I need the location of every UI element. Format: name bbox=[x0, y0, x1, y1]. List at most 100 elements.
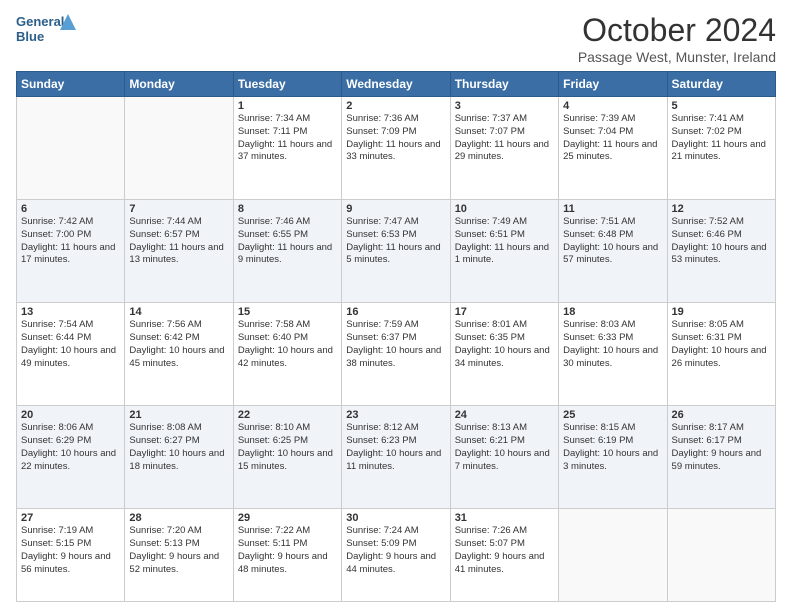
header: General Blue October 2024 Passage West, … bbox=[16, 12, 776, 65]
day-info: Sunrise: 7:22 AM Sunset: 5:11 PM Dayligh… bbox=[238, 525, 337, 576]
calendar-cell: 18Sunrise: 8:03 AM Sunset: 6:33 PM Dayli… bbox=[559, 303, 667, 406]
day-number: 9 bbox=[346, 203, 445, 215]
calendar-cell: 9Sunrise: 7:47 AM Sunset: 6:53 PM Daylig… bbox=[342, 200, 450, 303]
calendar-cell: 23Sunrise: 8:12 AM Sunset: 6:23 PM Dayli… bbox=[342, 406, 450, 509]
calendar-cell: 4Sunrise: 7:39 AM Sunset: 7:04 PM Daylig… bbox=[559, 97, 667, 200]
calendar-cell: 20Sunrise: 8:06 AM Sunset: 6:29 PM Dayli… bbox=[17, 406, 125, 509]
day-info: Sunrise: 7:47 AM Sunset: 6:53 PM Dayligh… bbox=[346, 216, 445, 267]
day-info: Sunrise: 7:59 AM Sunset: 6:37 PM Dayligh… bbox=[346, 319, 445, 370]
day-info: Sunrise: 7:56 AM Sunset: 6:42 PM Dayligh… bbox=[129, 319, 228, 370]
day-number: 4 bbox=[563, 100, 662, 112]
day-info: Sunrise: 8:08 AM Sunset: 6:27 PM Dayligh… bbox=[129, 422, 228, 473]
day-info: Sunrise: 7:34 AM Sunset: 7:11 PM Dayligh… bbox=[238, 113, 337, 164]
day-info: Sunrise: 7:54 AM Sunset: 6:44 PM Dayligh… bbox=[21, 319, 120, 370]
day-info: Sunrise: 7:26 AM Sunset: 5:07 PM Dayligh… bbox=[455, 525, 554, 576]
day-info: Sunrise: 7:19 AM Sunset: 5:15 PM Dayligh… bbox=[21, 525, 120, 576]
day-number: 27 bbox=[21, 512, 120, 524]
day-info: Sunrise: 7:39 AM Sunset: 7:04 PM Dayligh… bbox=[563, 113, 662, 164]
day-info: Sunrise: 8:13 AM Sunset: 6:21 PM Dayligh… bbox=[455, 422, 554, 473]
calendar-cell: 30Sunrise: 7:24 AM Sunset: 5:09 PM Dayli… bbox=[342, 509, 450, 602]
calendar-cell: 19Sunrise: 8:05 AM Sunset: 6:31 PM Dayli… bbox=[667, 303, 775, 406]
day-number: 2 bbox=[346, 100, 445, 112]
day-number: 17 bbox=[455, 306, 554, 318]
day-info: Sunrise: 7:41 AM Sunset: 7:02 PM Dayligh… bbox=[672, 113, 771, 164]
day-number: 7 bbox=[129, 203, 228, 215]
day-number: 11 bbox=[563, 203, 662, 215]
day-number: 6 bbox=[21, 203, 120, 215]
calendar-cell: 6Sunrise: 7:42 AM Sunset: 7:00 PM Daylig… bbox=[17, 200, 125, 303]
day-number: 22 bbox=[238, 409, 337, 421]
calendar-cell: 12Sunrise: 7:52 AM Sunset: 6:46 PM Dayli… bbox=[667, 200, 775, 303]
day-number: 20 bbox=[21, 409, 120, 421]
calendar-table: Sunday Monday Tuesday Wednesday Thursday… bbox=[16, 71, 776, 602]
svg-text:Blue: Blue bbox=[16, 29, 44, 44]
month-title: October 2024 bbox=[578, 12, 776, 49]
logo: General Blue bbox=[16, 12, 76, 48]
day-info: Sunrise: 7:46 AM Sunset: 6:55 PM Dayligh… bbox=[238, 216, 337, 267]
day-info: Sunrise: 7:20 AM Sunset: 5:13 PM Dayligh… bbox=[129, 525, 228, 576]
day-info: Sunrise: 7:24 AM Sunset: 5:09 PM Dayligh… bbox=[346, 525, 445, 576]
header-sunday: Sunday bbox=[17, 72, 125, 97]
calendar-cell: 5Sunrise: 7:41 AM Sunset: 7:02 PM Daylig… bbox=[667, 97, 775, 200]
day-info: Sunrise: 7:37 AM Sunset: 7:07 PM Dayligh… bbox=[455, 113, 554, 164]
header-thursday: Thursday bbox=[450, 72, 558, 97]
calendar-cell: 27Sunrise: 7:19 AM Sunset: 5:15 PM Dayli… bbox=[17, 509, 125, 602]
weekday-header-row: Sunday Monday Tuesday Wednesday Thursday… bbox=[17, 72, 776, 97]
day-number: 23 bbox=[346, 409, 445, 421]
calendar-cell: 1Sunrise: 7:34 AM Sunset: 7:11 PM Daylig… bbox=[233, 97, 341, 200]
svg-text:General: General bbox=[16, 14, 64, 29]
header-tuesday: Tuesday bbox=[233, 72, 341, 97]
header-saturday: Saturday bbox=[667, 72, 775, 97]
day-info: Sunrise: 7:42 AM Sunset: 7:00 PM Dayligh… bbox=[21, 216, 120, 267]
day-number: 1 bbox=[238, 100, 337, 112]
day-info: Sunrise: 8:17 AM Sunset: 6:17 PM Dayligh… bbox=[672, 422, 771, 473]
day-number: 28 bbox=[129, 512, 228, 524]
title-block: October 2024 Passage West, Munster, Irel… bbox=[578, 12, 776, 65]
calendar-cell: 31Sunrise: 7:26 AM Sunset: 5:07 PM Dayli… bbox=[450, 509, 558, 602]
day-info: Sunrise: 8:06 AM Sunset: 6:29 PM Dayligh… bbox=[21, 422, 120, 473]
day-number: 12 bbox=[672, 203, 771, 215]
day-number: 25 bbox=[563, 409, 662, 421]
day-info: Sunrise: 7:52 AM Sunset: 6:46 PM Dayligh… bbox=[672, 216, 771, 267]
day-info: Sunrise: 8:05 AM Sunset: 6:31 PM Dayligh… bbox=[672, 319, 771, 370]
calendar-cell: 21Sunrise: 8:08 AM Sunset: 6:27 PM Dayli… bbox=[125, 406, 233, 509]
day-number: 29 bbox=[238, 512, 337, 524]
day-number: 10 bbox=[455, 203, 554, 215]
calendar-cell: 3Sunrise: 7:37 AM Sunset: 7:07 PM Daylig… bbox=[450, 97, 558, 200]
calendar-cell: 2Sunrise: 7:36 AM Sunset: 7:09 PM Daylig… bbox=[342, 97, 450, 200]
calendar-cell bbox=[667, 509, 775, 602]
header-monday: Monday bbox=[125, 72, 233, 97]
calendar-cell: 26Sunrise: 8:17 AM Sunset: 6:17 PM Dayli… bbox=[667, 406, 775, 509]
calendar-cell: 17Sunrise: 8:01 AM Sunset: 6:35 PM Dayli… bbox=[450, 303, 558, 406]
header-wednesday: Wednesday bbox=[342, 72, 450, 97]
calendar-cell: 29Sunrise: 7:22 AM Sunset: 5:11 PM Dayli… bbox=[233, 509, 341, 602]
day-number: 5 bbox=[672, 100, 771, 112]
day-info: Sunrise: 7:36 AM Sunset: 7:09 PM Dayligh… bbox=[346, 113, 445, 164]
day-number: 19 bbox=[672, 306, 771, 318]
day-info: Sunrise: 7:44 AM Sunset: 6:57 PM Dayligh… bbox=[129, 216, 228, 267]
calendar-cell bbox=[17, 97, 125, 200]
location-subtitle: Passage West, Munster, Ireland bbox=[578, 49, 776, 65]
day-info: Sunrise: 8:10 AM Sunset: 6:25 PM Dayligh… bbox=[238, 422, 337, 473]
calendar-cell: 25Sunrise: 8:15 AM Sunset: 6:19 PM Dayli… bbox=[559, 406, 667, 509]
day-info: Sunrise: 8:12 AM Sunset: 6:23 PM Dayligh… bbox=[346, 422, 445, 473]
calendar-cell: 22Sunrise: 8:10 AM Sunset: 6:25 PM Dayli… bbox=[233, 406, 341, 509]
day-number: 30 bbox=[346, 512, 445, 524]
day-number: 26 bbox=[672, 409, 771, 421]
day-number: 14 bbox=[129, 306, 228, 318]
day-info: Sunrise: 7:49 AM Sunset: 6:51 PM Dayligh… bbox=[455, 216, 554, 267]
calendar-cell bbox=[559, 509, 667, 602]
calendar-cell: 10Sunrise: 7:49 AM Sunset: 6:51 PM Dayli… bbox=[450, 200, 558, 303]
day-number: 18 bbox=[563, 306, 662, 318]
calendar-cell: 7Sunrise: 7:44 AM Sunset: 6:57 PM Daylig… bbox=[125, 200, 233, 303]
header-friday: Friday bbox=[559, 72, 667, 97]
day-number: 24 bbox=[455, 409, 554, 421]
day-number: 8 bbox=[238, 203, 337, 215]
day-info: Sunrise: 8:03 AM Sunset: 6:33 PM Dayligh… bbox=[563, 319, 662, 370]
calendar-cell: 16Sunrise: 7:59 AM Sunset: 6:37 PM Dayli… bbox=[342, 303, 450, 406]
day-number: 13 bbox=[21, 306, 120, 318]
day-info: Sunrise: 8:15 AM Sunset: 6:19 PM Dayligh… bbox=[563, 422, 662, 473]
day-number: 15 bbox=[238, 306, 337, 318]
calendar-cell: 15Sunrise: 7:58 AM Sunset: 6:40 PM Dayli… bbox=[233, 303, 341, 406]
calendar-cell bbox=[125, 97, 233, 200]
